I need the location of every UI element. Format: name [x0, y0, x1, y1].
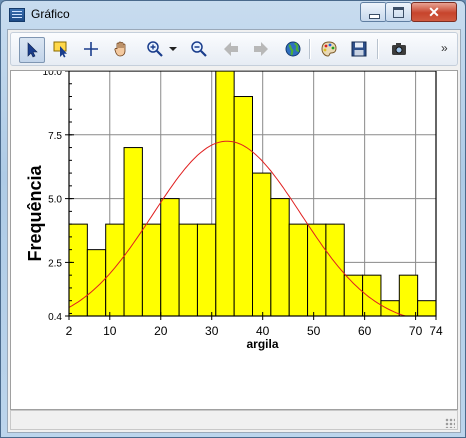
zoom-out-button[interactable]: [187, 37, 211, 61]
x-tick-label: 74: [429, 324, 443, 338]
globe-icon: [285, 41, 301, 57]
crosshair-button[interactable]: [79, 37, 103, 61]
app-window: Gráfico ✕ » 0.4 2.5 5.0 7.5 10.0 2 10 20…: [0, 0, 466, 438]
x-tick-label: 30: [205, 324, 219, 338]
forward-button[interactable]: [249, 37, 273, 61]
histogram-bar: [343, 274, 364, 317]
palette-icon: [321, 41, 337, 57]
camera-button[interactable]: [387, 37, 411, 61]
close-button[interactable]: ✕: [411, 2, 457, 22]
chevron-down-icon: [169, 47, 177, 51]
save-icon: [351, 41, 367, 57]
resize-grip-icon[interactable]: [445, 418, 455, 428]
palette-button[interactable]: [317, 37, 341, 61]
title-bar[interactable]: Gráfico ✕: [1, 1, 465, 29]
x-tick-label: 10: [103, 324, 117, 338]
x-tick-label: 2: [66, 324, 73, 338]
histogram-bar: [233, 96, 253, 317]
histogram-bar: [270, 198, 290, 317]
histogram-bar: [380, 300, 400, 317]
toolbar-separator: [309, 39, 310, 59]
select-region-button[interactable]: [49, 37, 73, 61]
save-button[interactable]: [347, 37, 371, 61]
forward-arrow-icon: [254, 42, 268, 56]
zoom-in-icon: [147, 41, 163, 57]
histogram-bar: [105, 223, 125, 317]
y-tick-label: 2.5: [48, 258, 62, 269]
x-tick-label: 70: [409, 324, 423, 338]
histogram-bar: [417, 300, 437, 317]
histogram-bar: [123, 147, 143, 317]
histogram-chart: Histograma0.42.55.07.510.021020304050607…: [25, 67, 443, 351]
histogram-bar: [86, 249, 107, 317]
status-bar: [10, 410, 458, 430]
histogram-bar: [398, 274, 419, 317]
maximize-icon: [393, 7, 404, 18]
x-tick-label: 40: [256, 324, 270, 338]
globe-button[interactable]: [281, 37, 305, 61]
x-tick-label: 20: [154, 324, 168, 338]
back-button[interactable]: [219, 37, 243, 61]
histogram-bar: [252, 172, 272, 317]
y-tick-label: 0.4: [48, 312, 62, 323]
y-tick-label: 10.0: [43, 71, 63, 78]
minimize-button[interactable]: [360, 2, 387, 22]
select-arrow-icon: [27, 42, 38, 58]
histogram-bar: [160, 198, 180, 317]
minimize-icon: [369, 14, 380, 19]
pan-hand-icon: [114, 41, 126, 57]
y-tick-label: 7.5: [48, 131, 62, 142]
x-tick-label: 50: [307, 324, 321, 338]
zoom-dropdown-button[interactable]: [167, 37, 179, 61]
camera-icon: [392, 43, 406, 55]
select-arrow-button[interactable]: [19, 37, 45, 63]
x-tick-label: 60: [358, 324, 372, 338]
histogram-bar: [215, 70, 235, 317]
app-icon: [9, 8, 25, 22]
histogram-bar: [288, 223, 309, 317]
histogram-bar: [178, 223, 198, 317]
select-region-icon: [53, 41, 67, 58]
zoom-in-button[interactable]: [143, 37, 167, 61]
y-axis-label: Frequência: [25, 164, 45, 261]
histogram-bar: [362, 274, 382, 317]
back-arrow-icon: [224, 42, 238, 56]
toolbar: »: [10, 32, 458, 66]
window-title: Gráfico: [31, 7, 70, 21]
zoom-out-icon: [191, 41, 207, 57]
toolbar-overflow-button[interactable]: »: [441, 41, 448, 55]
pan-button[interactable]: [109, 37, 133, 61]
maximize-button[interactable]: [385, 2, 412, 22]
histogram-bar: [196, 223, 217, 317]
x-axis-label: argila: [246, 337, 278, 351]
chart-panel: Histograma0.42.55.07.510.021020304050607…: [10, 67, 458, 410]
y-tick-label: 5.0: [48, 195, 62, 206]
client-area: » Histograma0.42.55.07.510.0210203040506…: [7, 29, 461, 433]
toolbar-separator: [377, 39, 378, 59]
histogram-bar: [141, 223, 162, 317]
close-icon: ✕: [428, 4, 440, 20]
crosshair-icon: [84, 42, 98, 56]
